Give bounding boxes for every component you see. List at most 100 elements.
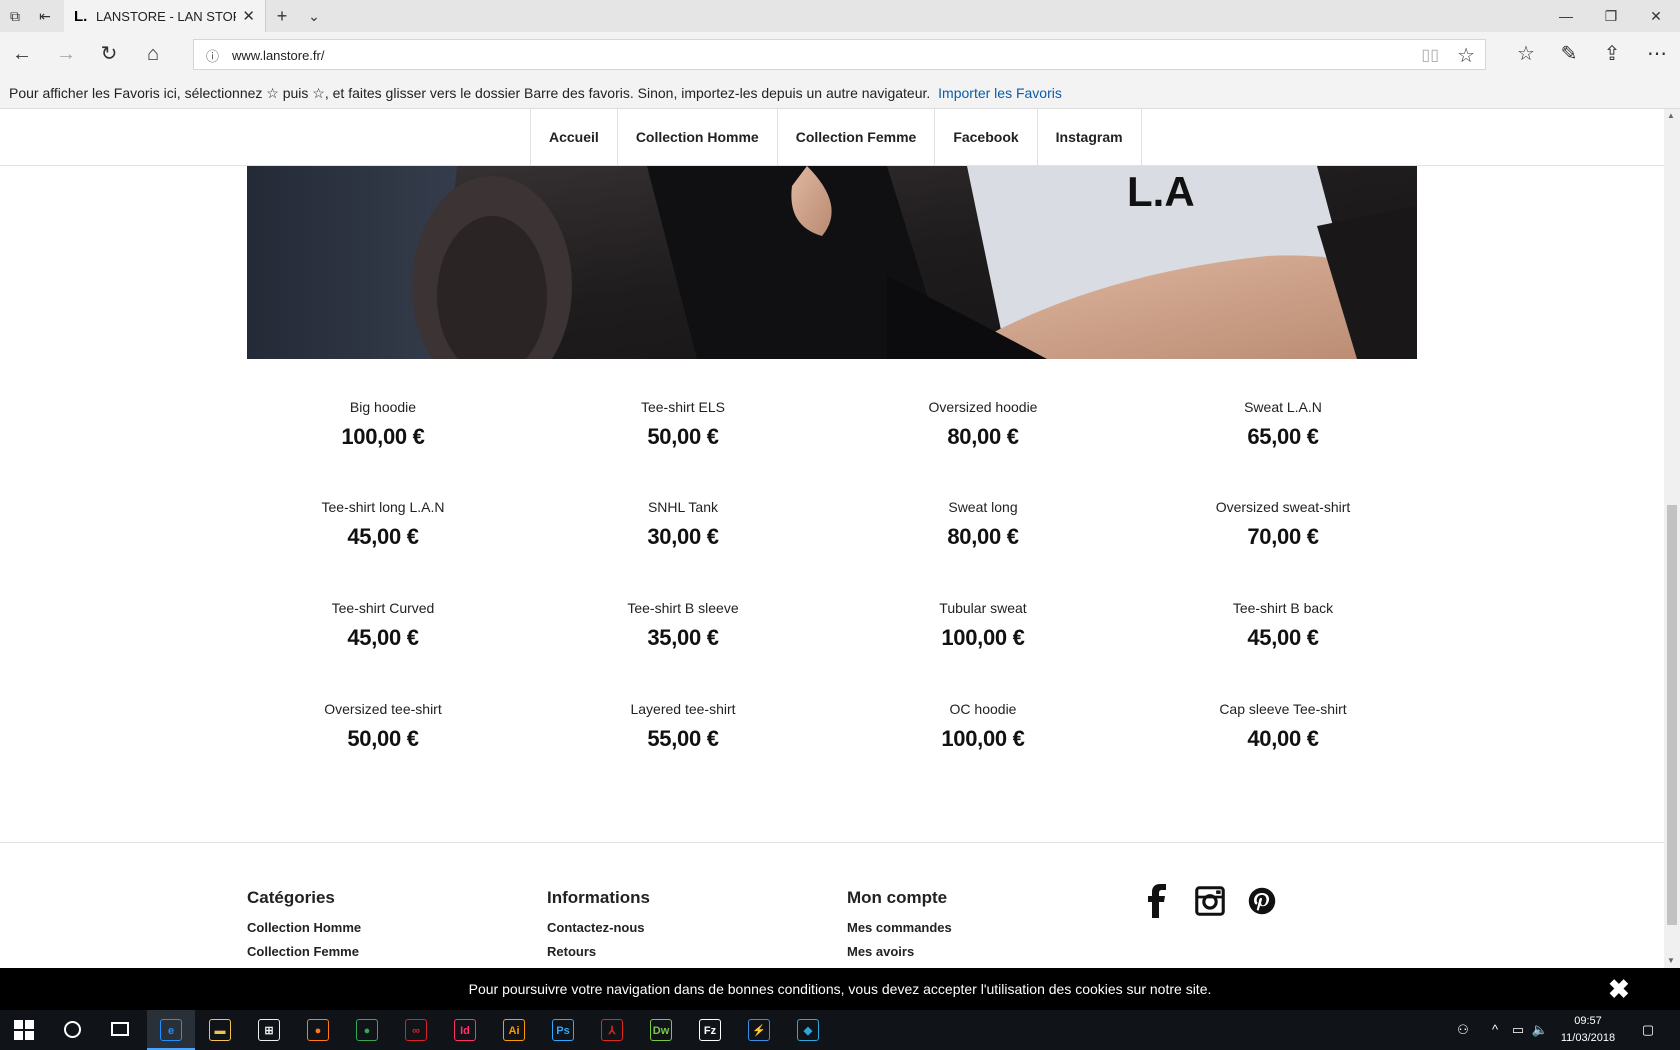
instagram-icon[interactable]: [1195, 884, 1225, 918]
product-card[interactable]: SNHL Tank 30,00 €: [548, 499, 818, 550]
restore-icon[interactable]: ❐: [1591, 4, 1631, 28]
favorites-hub-icon[interactable]: ☆: [1514, 42, 1538, 66]
home-icon[interactable]: ⌂: [141, 42, 165, 66]
back-icon[interactable]: ←: [10, 42, 34, 66]
product-card[interactable]: Tee-shirt B sleeve 35,00 €: [548, 600, 818, 651]
product-name[interactable]: Layered tee-shirt: [548, 701, 818, 717]
nav-collection-femme[interactable]: Collection Femme: [778, 109, 936, 165]
product-card[interactable]: Tubular sweat 100,00 €: [848, 600, 1118, 651]
tab-preview-icon[interactable]: ⌄: [304, 6, 324, 26]
taskbar-app-acrobat[interactable]: ⅄: [588, 1010, 636, 1050]
site-info-icon[interactable]: ⓘ: [206, 46, 219, 65]
product-card[interactable]: Oversized hoodie 80,00 €: [848, 399, 1118, 450]
taskbar-app-photoshop[interactable]: Ps: [539, 1010, 587, 1050]
product-card[interactable]: Oversized sweat-shirt 70,00 €: [1148, 499, 1418, 550]
import-favorites-link[interactable]: Importer les Favoris: [938, 85, 1062, 101]
action-center-icon[interactable]: ▢: [1636, 1010, 1660, 1050]
set-tabs-aside-icon[interactable]: ⇤: [35, 6, 55, 26]
product-name[interactable]: Sweat long: [848, 499, 1118, 515]
product-card[interactable]: Tee-shirt Curved 45,00 €: [248, 600, 518, 651]
nav-instagram[interactable]: Instagram: [1038, 109, 1142, 165]
product-card[interactable]: Sweat long 80,00 €: [848, 499, 1118, 550]
footer-account-title: Mon compte: [847, 888, 948, 907]
product-name[interactable]: Tee-shirt long L.A.N: [248, 499, 518, 515]
product-name[interactable]: Oversized tee-shirt: [248, 701, 518, 717]
product-card[interactable]: Tee-shirt ELS 50,00 €: [548, 399, 818, 450]
product-card[interactable]: OC hoodie 100,00 €: [848, 701, 1118, 752]
product-name[interactable]: Big hoodie: [248, 399, 518, 415]
hero-banner-image[interactable]: L.A: [247, 166, 1417, 359]
search-button[interactable]: [48, 1010, 96, 1050]
footer-link-contact[interactable]: Contactez-nous: [547, 920, 650, 944]
taskbar-app-virtualbox[interactable]: ◆: [784, 1010, 832, 1050]
product-name[interactable]: SNHL Tank: [548, 499, 818, 515]
footer-link-commandes[interactable]: Mes commandes: [847, 920, 952, 944]
browser-tab[interactable]: L. LANSTORE - LAN STORE ✕: [64, 0, 266, 32]
taskbar-app-dreamweaver[interactable]: Dw: [637, 1010, 685, 1050]
task-view-button[interactable]: [96, 1010, 144, 1050]
taskbar-app-creative-cloud[interactable]: ∞: [392, 1010, 440, 1050]
nav-facebook[interactable]: Facebook: [935, 109, 1038, 165]
scrollbar-thumb[interactable]: [1667, 505, 1677, 925]
taskbar-app-chrome[interactable]: ●: [343, 1010, 391, 1050]
product-card[interactable]: Sweat L.A.N 65,00 €: [1148, 399, 1418, 450]
product-name[interactable]: Cap sleeve Tee-shirt: [1148, 701, 1418, 717]
footer-link-collection-homme[interactable]: Collection Homme: [247, 920, 361, 944]
taskbar-app-thunderbolt[interactable]: ⚡: [735, 1010, 783, 1050]
product-name[interactable]: OC hoodie: [848, 701, 1118, 717]
footer-link-retours[interactable]: Retours: [547, 944, 650, 968]
taskbar-app-firefox[interactable]: ●: [294, 1010, 342, 1050]
minimize-icon[interactable]: —: [1546, 4, 1586, 28]
facebook-icon[interactable]: [1143, 884, 1173, 918]
reading-view-icon[interactable]: ▯▯: [1421, 45, 1439, 65]
product-name[interactable]: Oversized hoodie: [848, 399, 1118, 415]
close-window-icon[interactable]: ✕: [1636, 4, 1676, 28]
show-hidden-icons[interactable]: ^: [1485, 1010, 1505, 1050]
taskbar-app-explorer[interactable]: ▬: [196, 1010, 244, 1050]
more-menu-icon[interactable]: ⋯: [1645, 42, 1669, 66]
start-button[interactable]: [0, 1010, 48, 1050]
product-card[interactable]: Cap sleeve Tee-shirt 40,00 €: [1148, 701, 1418, 752]
cookie-close-icon[interactable]: ✖: [1608, 974, 1630, 1005]
scroll-down-icon[interactable]: ▼: [1667, 956, 1675, 965]
product-name[interactable]: Tubular sweat: [848, 600, 1118, 616]
volume-icon[interactable]: 🔈: [1530, 1010, 1550, 1050]
taskbar-app-illustrator[interactable]: Ai: [490, 1010, 538, 1050]
refresh-icon[interactable]: ↻: [97, 42, 121, 66]
taskbar-app-edge[interactable]: e: [147, 1010, 195, 1050]
product-name[interactable]: Tee-shirt Curved: [248, 600, 518, 616]
footer-link-avoirs[interactable]: Mes avoirs: [847, 944, 952, 968]
page-scrollbar[interactable]: ▲ ▼: [1664, 109, 1680, 968]
new-tab-icon[interactable]: +: [272, 6, 292, 26]
people-icon[interactable]: ⚇: [1452, 1010, 1474, 1050]
web-note-icon[interactable]: ✎: [1557, 42, 1581, 66]
network-icon[interactable]: ▭: [1508, 1010, 1528, 1050]
nav-accueil[interactable]: Accueil: [531, 109, 618, 165]
pinterest-icon[interactable]: [1247, 884, 1277, 918]
product-name[interactable]: Tee-shirt B back: [1148, 600, 1418, 616]
product-card[interactable]: Big hoodie 100,00 €: [248, 399, 518, 450]
virtualbox-icon: ◆: [797, 1019, 819, 1041]
favorite-star-icon[interactable]: ☆: [1457, 43, 1475, 68]
nav-collection-homme[interactable]: Collection Homme: [618, 109, 778, 165]
product-name[interactable]: Tee-shirt ELS: [548, 399, 818, 415]
product-card[interactable]: Layered tee-shirt 55,00 €: [548, 701, 818, 752]
product-card[interactable]: Oversized tee-shirt 50,00 €: [248, 701, 518, 752]
taskbar-app-store[interactable]: ⊞: [245, 1010, 293, 1050]
share-icon[interactable]: ⇪: [1600, 42, 1624, 66]
footer-link-collection-femme[interactable]: Collection Femme: [247, 944, 361, 968]
product-name[interactable]: Sweat L.A.N: [1148, 399, 1418, 415]
product-card[interactable]: Tee-shirt B back 45,00 €: [1148, 600, 1418, 651]
taskbar-app-indesign[interactable]: Id: [441, 1010, 489, 1050]
forward-icon[interactable]: →: [54, 42, 78, 66]
url-field[interactable]: ⓘ www.lanstore.fr/ ▯▯ ☆: [193, 39, 1486, 70]
close-tab-icon[interactable]: ✕: [242, 7, 255, 25]
scroll-up-icon[interactable]: ▲: [1667, 111, 1675, 120]
indesign-icon: Id: [454, 1019, 476, 1041]
product-name[interactable]: Oversized sweat-shirt: [1148, 499, 1418, 515]
taskbar-clock[interactable]: 09:57 11/03/2018: [1556, 1013, 1620, 1047]
taskbar-app-filezilla[interactable]: Fz: [686, 1010, 734, 1050]
product-card[interactable]: Tee-shirt long L.A.N 45,00 €: [248, 499, 518, 550]
tab-manager-icon[interactable]: ⧉: [5, 6, 25, 26]
product-name[interactable]: Tee-shirt B sleeve: [548, 600, 818, 616]
